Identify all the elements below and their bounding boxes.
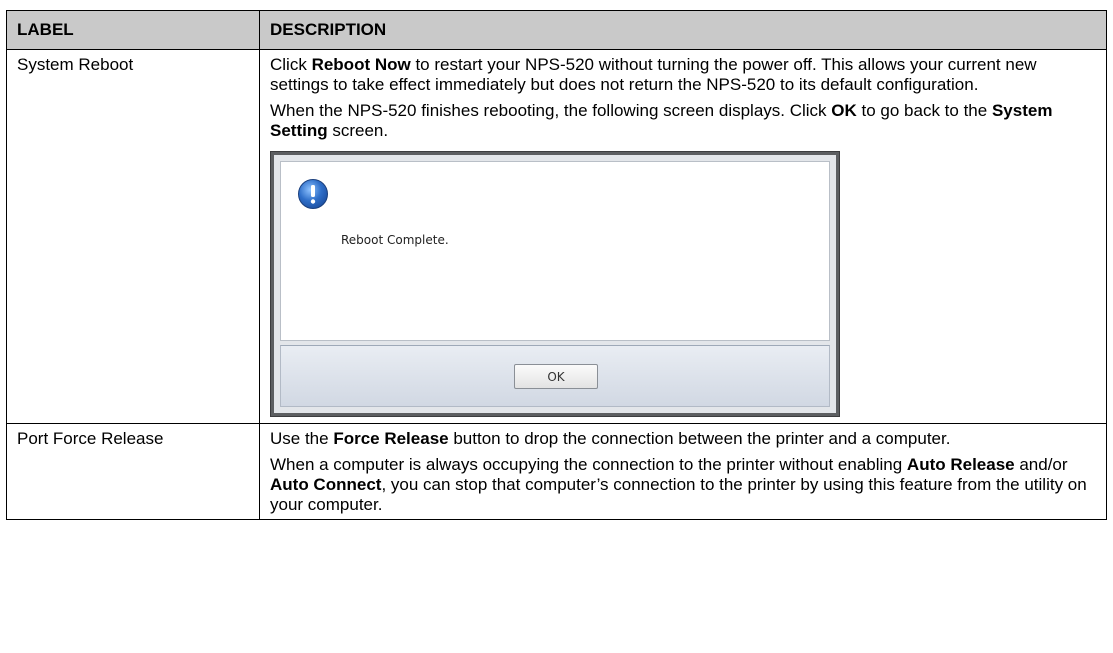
reboot-complete-dialog-screenshot: Reboot Complete. OK [270, 151, 840, 417]
table-row: Port Force Release Use the Force Release… [6, 423, 1107, 520]
bold-term: Auto Connect [270, 475, 382, 494]
dialog-frame: Reboot Complete. OK [274, 155, 836, 413]
description-paragraph: When a computer is always occupying the … [270, 455, 1096, 515]
row-label: System Reboot [6, 49, 260, 424]
row-description: Use the Force Release button to drop the… [259, 423, 1107, 520]
text-run: screen. [327, 121, 389, 140]
description-paragraph: When the NPS-520 finishes rebooting, the… [270, 101, 1096, 141]
description-paragraph: Click Reboot Now to restart your NPS-520… [270, 55, 1096, 95]
dialog-body: Reboot Complete. [280, 161, 830, 341]
table-row: System Reboot Click Reboot Now to restar… [6, 49, 1107, 424]
description-paragraph: Use the Force Release button to drop the… [270, 429, 1096, 449]
bold-term: Force Release [333, 429, 449, 448]
bold-term: OK [831, 101, 857, 120]
description-table: LABEL DESCRIPTION System Reboot Click Re… [6, 10, 1107, 520]
label-column-header: LABEL [6, 10, 260, 50]
text-run: button to drop the connection between th… [448, 429, 951, 448]
ok-button[interactable]: OK [514, 364, 598, 389]
row-label: Port Force Release [6, 423, 260, 520]
description-column-header: DESCRIPTION [259, 10, 1107, 50]
text-run: When the NPS-520 finishes rebooting, the… [270, 101, 832, 120]
table-header-row: LABEL DESCRIPTION [6, 10, 1107, 50]
text-run: Use the [270, 429, 334, 448]
bold-term: Reboot Now [311, 55, 411, 74]
dialog-footer: OK [280, 345, 830, 407]
text-run: Click [270, 55, 312, 74]
bold-term: Auto Release [906, 455, 1015, 474]
row-description: Click Reboot Now to restart your NPS-520… [259, 49, 1107, 424]
text-run: , you can stop that computer’s connectio… [270, 475, 1087, 514]
text-run: and/or [1014, 455, 1068, 474]
exclamation-info-icon [298, 179, 328, 209]
dialog-message: Reboot Complete. [341, 233, 449, 247]
text-run: to go back to the [856, 101, 992, 120]
text-run: When a computer is always occupying the … [270, 455, 907, 474]
